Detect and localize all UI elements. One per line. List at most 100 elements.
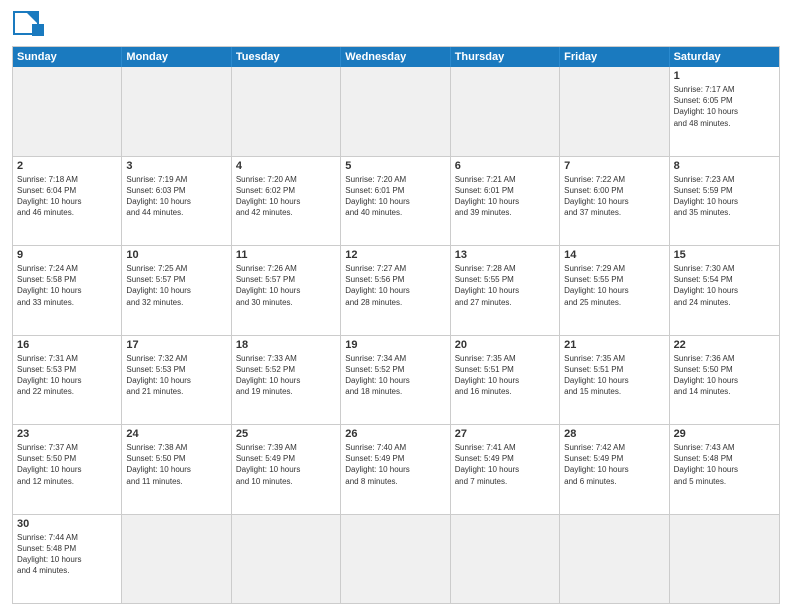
calendar-cell: 16 Sunrise: 7:31 AM Sunset: 5:53 PM Dayli… xyxy=(13,336,122,425)
calendar-cell: 17 Sunrise: 7:32 AM Sunset: 5:53 PM Dayli… xyxy=(122,336,231,425)
calendar-cell: 27 Sunrise: 7:41 AM Sunset: 5:49 PM Dayli… xyxy=(451,425,560,514)
calendar-cell: 24 Sunrise: 7:38 AM Sunset: 5:50 PM Dayli… xyxy=(122,425,231,514)
calendar-cell: 11Sunrise: 7:26 AM Sunset: 5:57 PM Dayli… xyxy=(232,246,341,335)
cell-info: Sunrise: 7:22 AM Sunset: 6:00 PM Dayligh… xyxy=(564,174,664,219)
cell-info: Sunrise: 7:30 AM Sunset: 5:54 PM Dayligh… xyxy=(674,263,775,308)
cell-info: Sunrise: 7:41 AM Sunset: 5:49 PM Dayligh… xyxy=(455,442,555,487)
calendar-cell: 1 Sunrise: 7:17 AM Sunset: 6:05 PM Daylig… xyxy=(670,67,779,156)
calendar-cell: 20 Sunrise: 7:35 AM Sunset: 5:51 PM Dayli… xyxy=(451,336,560,425)
cell-info: Sunrise: 7:38 AM Sunset: 5:50 PM Dayligh… xyxy=(126,442,226,487)
weekday-header-friday: Friday xyxy=(560,47,669,67)
calendar-cell: 10Sunrise: 7:25 AM Sunset: 5:57 PM Dayli… xyxy=(122,246,231,335)
cell-info: Sunrise: 7:19 AM Sunset: 6:03 PM Dayligh… xyxy=(126,174,226,219)
calendar-row-1: 2Sunrise: 7:18 AM Sunset: 6:04 PM Daylig… xyxy=(13,156,779,246)
cell-info: Sunrise: 7:21 AM Sunset: 6:01 PM Dayligh… xyxy=(455,174,555,219)
day-number: 13 xyxy=(455,249,555,261)
calendar-cell: 21 Sunrise: 7:35 AM Sunset: 5:51 PM Dayli… xyxy=(560,336,669,425)
header xyxy=(12,10,780,40)
day-number: 24 xyxy=(126,428,226,440)
cell-info: Sunrise: 7:29 AM Sunset: 5:55 PM Dayligh… xyxy=(564,263,664,308)
cell-info: Sunrise: 7:37 AM Sunset: 5:50 PM Dayligh… xyxy=(17,442,117,487)
day-number: 2 xyxy=(17,160,117,172)
calendar-cell: 7 Sunrise: 7:22 AM Sunset: 6:00 PM Daylig… xyxy=(560,157,669,246)
cell-info: Sunrise: 7:31 AM Sunset: 5:53 PM Dayligh… xyxy=(17,353,117,398)
day-number: 6 xyxy=(455,160,555,172)
cell-info: Sunrise: 7:20 AM Sunset: 6:01 PM Dayligh… xyxy=(345,174,445,219)
day-number: 4 xyxy=(236,160,336,172)
weekday-header-sunday: Sunday xyxy=(13,47,122,67)
calendar-cell xyxy=(122,515,231,604)
calendar-cell: 4 Sunrise: 7:20 AM Sunset: 6:02 PM Daylig… xyxy=(232,157,341,246)
day-number: 3 xyxy=(126,160,226,172)
calendar-cell: 22 Sunrise: 7:36 AM Sunset: 5:50 PM Dayli… xyxy=(670,336,779,425)
day-number: 26 xyxy=(345,428,445,440)
calendar-cell xyxy=(232,67,341,156)
day-number: 22 xyxy=(674,339,775,351)
calendar-row-4: 23 Sunrise: 7:37 AM Sunset: 5:50 PM Dayli… xyxy=(13,424,779,514)
weekday-header-tuesday: Tuesday xyxy=(232,47,341,67)
calendar-header: SundayMondayTuesdayWednesdayThursdayFrid… xyxy=(13,47,779,67)
day-number: 8 xyxy=(674,160,775,172)
weekday-header-thursday: Thursday xyxy=(451,47,560,67)
cell-info: Sunrise: 7:24 AM Sunset: 5:58 PM Dayligh… xyxy=(17,263,117,308)
calendar-cell: 8 Sunrise: 7:23 AM Sunset: 5:59 PM Daylig… xyxy=(670,157,779,246)
calendar-cell: 6 Sunrise: 7:21 AM Sunset: 6:01 PM Daylig… xyxy=(451,157,560,246)
calendar-cell: 2Sunrise: 7:18 AM Sunset: 6:04 PM Daylig… xyxy=(13,157,122,246)
day-number: 17 xyxy=(126,339,226,351)
day-number: 16 xyxy=(17,339,117,351)
day-number: 21 xyxy=(564,339,664,351)
weekday-header-wednesday: Wednesday xyxy=(341,47,450,67)
calendar-cell xyxy=(232,515,341,604)
day-number: 5 xyxy=(345,160,445,172)
day-number: 7 xyxy=(564,160,664,172)
cell-info: Sunrise: 7:23 AM Sunset: 5:59 PM Dayligh… xyxy=(674,174,775,219)
day-number: 23 xyxy=(17,428,117,440)
calendar-cell: 28 Sunrise: 7:42 AM Sunset: 5:49 PM Dayli… xyxy=(560,425,669,514)
calendar-cell: 23 Sunrise: 7:37 AM Sunset: 5:50 PM Dayli… xyxy=(13,425,122,514)
day-number: 25 xyxy=(236,428,336,440)
calendar-cell xyxy=(670,515,779,604)
cell-info: Sunrise: 7:34 AM Sunset: 5:52 PM Dayligh… xyxy=(345,353,445,398)
calendar-cell: 15Sunrise: 7:30 AM Sunset: 5:54 PM Dayli… xyxy=(670,246,779,335)
cell-info: Sunrise: 7:28 AM Sunset: 5:55 PM Dayligh… xyxy=(455,263,555,308)
day-number: 28 xyxy=(564,428,664,440)
calendar-cell: 29Sunrise: 7:43 AM Sunset: 5:48 PM Dayli… xyxy=(670,425,779,514)
cell-info: Sunrise: 7:35 AM Sunset: 5:51 PM Dayligh… xyxy=(455,353,555,398)
day-number: 14 xyxy=(564,249,664,261)
calendar-row-5: 30Sunrise: 7:44 AM Sunset: 5:48 PM Dayli… xyxy=(13,514,779,604)
calendar-cell: 9Sunrise: 7:24 AM Sunset: 5:58 PM Daylig… xyxy=(13,246,122,335)
calendar-row-0: 1 Sunrise: 7:17 AM Sunset: 6:05 PM Daylig… xyxy=(13,67,779,156)
cell-info: Sunrise: 7:32 AM Sunset: 5:53 PM Dayligh… xyxy=(126,353,226,398)
calendar-cell xyxy=(451,67,560,156)
cell-info: Sunrise: 7:17 AM Sunset: 6:05 PM Dayligh… xyxy=(674,84,775,129)
logo-area xyxy=(12,10,58,40)
cell-info: Sunrise: 7:40 AM Sunset: 5:49 PM Dayligh… xyxy=(345,442,445,487)
calendar-row-3: 16 Sunrise: 7:31 AM Sunset: 5:53 PM Dayli… xyxy=(13,335,779,425)
day-number: 19 xyxy=(345,339,445,351)
day-number: 12 xyxy=(345,249,445,261)
day-number: 18 xyxy=(236,339,336,351)
cell-info: Sunrise: 7:26 AM Sunset: 5:57 PM Dayligh… xyxy=(236,263,336,308)
day-number: 27 xyxy=(455,428,555,440)
calendar-cell: 25 Sunrise: 7:39 AM Sunset: 5:49 PM Dayli… xyxy=(232,425,341,514)
calendar-cell xyxy=(560,67,669,156)
day-number: 1 xyxy=(674,70,775,82)
cell-info: Sunrise: 7:20 AM Sunset: 6:02 PM Dayligh… xyxy=(236,174,336,219)
logo-icon xyxy=(12,10,50,40)
cell-info: Sunrise: 7:42 AM Sunset: 5:49 PM Dayligh… xyxy=(564,442,664,487)
calendar-cell xyxy=(341,515,450,604)
calendar-cell: 19 Sunrise: 7:34 AM Sunset: 5:52 PM Dayli… xyxy=(341,336,450,425)
calendar-cell: 5 Sunrise: 7:20 AM Sunset: 6:01 PM Daylig… xyxy=(341,157,450,246)
day-number: 20 xyxy=(455,339,555,351)
calendar-cell xyxy=(13,67,122,156)
weekday-header-saturday: Saturday xyxy=(670,47,779,67)
cell-info: Sunrise: 7:39 AM Sunset: 5:49 PM Dayligh… xyxy=(236,442,336,487)
calendar-body: 1 Sunrise: 7:17 AM Sunset: 6:05 PM Daylig… xyxy=(13,67,779,603)
weekday-header-monday: Monday xyxy=(122,47,231,67)
calendar-cell xyxy=(560,515,669,604)
day-number: 30 xyxy=(17,518,117,530)
cell-info: Sunrise: 7:35 AM Sunset: 5:51 PM Dayligh… xyxy=(564,353,664,398)
cell-info: Sunrise: 7:36 AM Sunset: 5:50 PM Dayligh… xyxy=(674,353,775,398)
day-number: 10 xyxy=(126,249,226,261)
day-number: 29 xyxy=(674,428,775,440)
